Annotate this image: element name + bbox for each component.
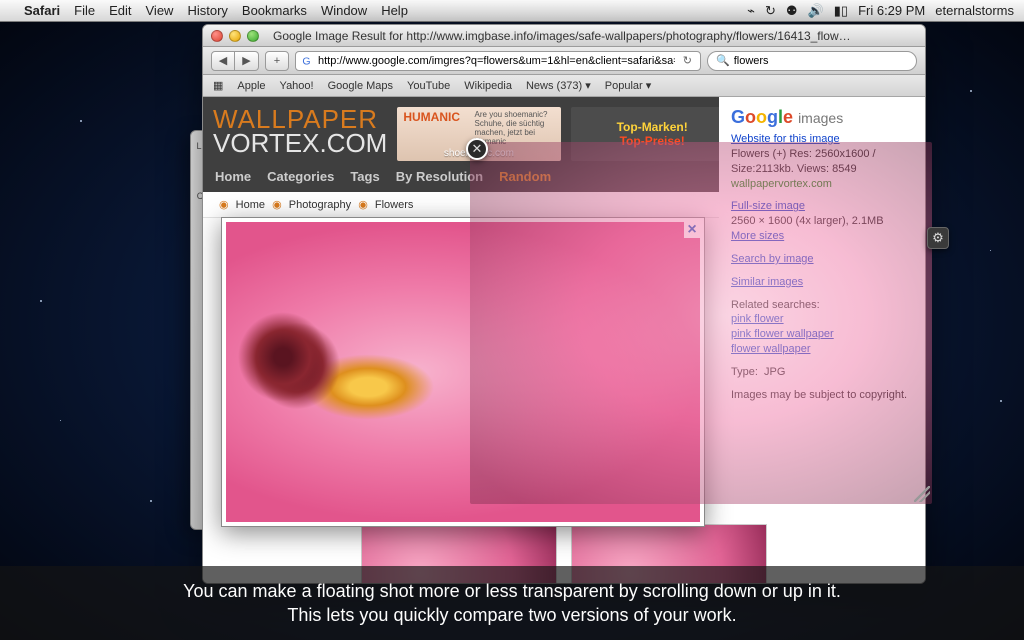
menu-edit[interactable]: Edit	[109, 3, 131, 18]
menu-window[interactable]: Window	[321, 3, 367, 18]
menu-file[interactable]: File	[74, 3, 95, 18]
menubar-user[interactable]: eternalstorms	[935, 3, 1014, 18]
crumb-photography[interactable]: Photography	[289, 199, 351, 211]
bookmark-popular[interactable]: Popular ▾	[605, 79, 652, 92]
reload-icon[interactable]: ↻	[679, 54, 696, 67]
wifi-icon[interactable]: ⚉	[786, 3, 798, 19]
menu-history[interactable]: History	[187, 3, 227, 18]
crumb-home[interactable]: Home	[236, 199, 265, 211]
window-title: Google Image Result for http://www.imgba…	[203, 29, 925, 43]
google-images-logo[interactable]: Google images	[731, 107, 913, 128]
menubar-clock[interactable]: Fri 6:29 PM	[858, 3, 925, 18]
timemachine-icon[interactable]: ↻	[765, 3, 776, 19]
ad1-sub: Are you shoemanic? Schuhe, die süchtig m…	[475, 110, 555, 146]
nav-home[interactable]: Home	[215, 169, 251, 184]
gear-icon: ⚙	[932, 230, 944, 246]
caption-line1: You can make a floating shot more or les…	[183, 579, 841, 603]
site-logo[interactable]: WALLPAPER VORTEX.COM	[213, 107, 387, 161]
menu-help[interactable]: Help	[381, 3, 408, 18]
volume-icon[interactable]: 🔊	[808, 3, 824, 19]
address-bar[interactable]: G http://www.google.com/imgres?q=flowers…	[295, 51, 701, 71]
google-logo-suffix: images	[798, 110, 843, 126]
favicon-icon: G	[300, 54, 314, 68]
bookmark-news[interactable]: News (373) ▾	[526, 79, 591, 92]
nav-categories[interactable]: Categories	[267, 169, 334, 184]
search-input[interactable]	[734, 55, 908, 67]
address-bar-text: http://www.google.com/imgres?q=flowers&u…	[318, 55, 675, 67]
bookmark-youtube[interactable]: YouTube	[407, 80, 450, 92]
floating-close-button[interactable]: ✕	[466, 138, 488, 160]
resize-handle-icon[interactable]	[914, 486, 930, 502]
floating-screenshot[interactable]: ✕	[470, 142, 932, 504]
gear-widget[interactable]: ⚙	[927, 227, 949, 249]
menu-view[interactable]: View	[146, 3, 174, 18]
bookmark-wikipedia[interactable]: Wikipedia	[464, 80, 512, 92]
ad1-brand: HUMANIC	[403, 110, 460, 124]
search-icon: 🔍	[716, 54, 730, 67]
caption-line2: This lets you quickly compare two versio…	[287, 603, 736, 627]
bluetooth-icon[interactable]: ⌁	[747, 3, 755, 19]
battery-icon[interactable]: ▮▯	[834, 3, 848, 19]
crumb-flowers[interactable]: Flowers	[375, 199, 414, 211]
search-field[interactable]: 🔍	[707, 51, 917, 71]
bookmark-apple[interactable]: Apple	[237, 80, 265, 92]
window-titlebar[interactable]: Google Image Result for http://www.imgba…	[203, 25, 925, 47]
bookmark-add-button[interactable]: +	[265, 51, 289, 71]
menubar: Safari File Edit View History Bookmarks …	[0, 0, 1024, 22]
ad2-line1: Top-Marken!	[617, 120, 688, 134]
browser-toolbar: ◀ ▶ + G http://www.google.com/imgres?q=f…	[203, 47, 925, 75]
forward-button[interactable]: ▶	[235, 51, 259, 71]
nav-tags[interactable]: Tags	[350, 169, 379, 184]
top-sites-icon[interactable]: ▦	[213, 79, 223, 92]
app-name[interactable]: Safari	[24, 3, 60, 18]
logo-line2: VORTEX.COM	[213, 131, 387, 155]
bookmark-yahoo[interactable]: Yahoo!	[280, 80, 314, 92]
menu-bookmarks[interactable]: Bookmarks	[242, 3, 307, 18]
back-button[interactable]: ◀	[211, 51, 235, 71]
bookmarks-bar: ▦ Apple Yahoo! Google Maps YouTube Wikip…	[203, 75, 925, 97]
tutorial-caption: You can make a floating shot more or les…	[0, 566, 1024, 640]
bookmark-googlemaps[interactable]: Google Maps	[328, 80, 393, 92]
svg-text:G: G	[302, 55, 310, 67]
